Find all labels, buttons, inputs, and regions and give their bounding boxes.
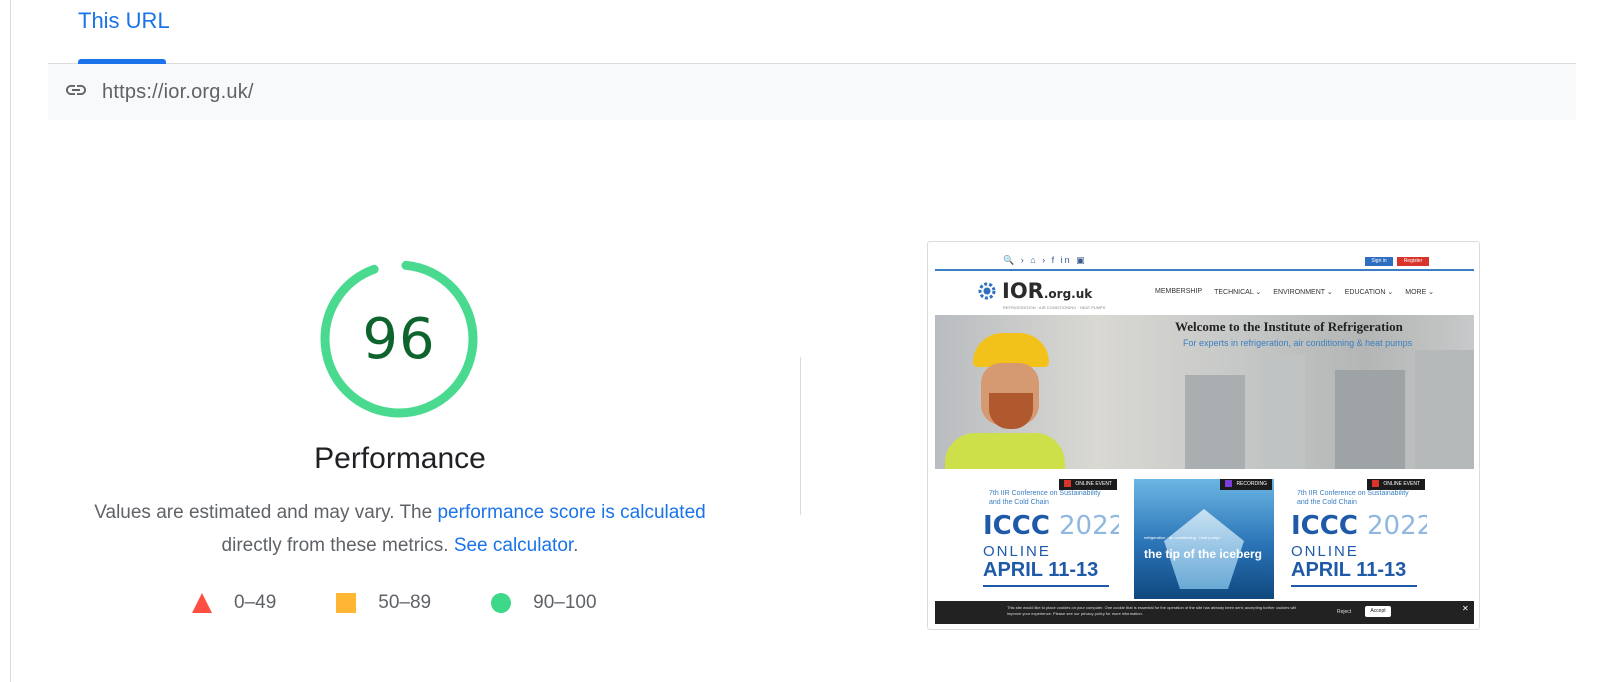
hero-machine xyxy=(1335,370,1405,469)
cookie-reject-button: Reject xyxy=(1337,609,1352,615)
legend-range-pass: 90–100 xyxy=(533,592,597,613)
hero-machine xyxy=(1265,355,1305,469)
site-sign-in-button: Sign in xyxy=(1365,257,1393,266)
triangle-icon xyxy=(192,593,212,613)
close-icon: ✕ xyxy=(1462,604,1469,613)
description-prefix: Values are estimated and may vary. The xyxy=(94,502,438,523)
legend-item-pass: 90–100 xyxy=(491,592,597,614)
site-nav-item: TECHNICAL ⌄ xyxy=(1214,289,1262,296)
event-subtitle: 7th IIR Conference on Sustainability and… xyxy=(1297,490,1409,506)
event-dates: APRIL 11-13 xyxy=(1291,559,1407,581)
event-card: RECORDING refrigeration · air conditioni… xyxy=(1134,479,1274,599)
cookie-text: This site would like to place cookies on… xyxy=(1007,605,1297,616)
social-icons: 🔍 › ⌂ › f in ▣ xyxy=(1003,255,1087,265)
event-underline xyxy=(983,585,1109,587)
score-calculated-link[interactable]: performance score is calculated xyxy=(437,502,705,523)
site-hero: Welcome to the Institute of Refrigeratio… xyxy=(935,315,1474,469)
performance-gauge[interactable]: 96 xyxy=(318,258,480,420)
site-logo-text: IOR.org.uk xyxy=(1002,279,1093,303)
link-icon xyxy=(64,78,88,107)
event-format: ONLINE xyxy=(1291,543,1359,560)
tab-this-url[interactable]: This URL xyxy=(74,8,174,64)
square-icon xyxy=(336,593,357,613)
cookie-banner: This site would like to place cookies on… xyxy=(935,601,1474,624)
site-nav-links: MEMBERSHIP TECHNICAL ⌄ ENVIRONMENT ⌄ EDU… xyxy=(1155,288,1446,296)
hero-machine xyxy=(1185,375,1245,469)
circle-icon xyxy=(491,593,512,613)
score-legend: 0–49 50–89 90–100 xyxy=(192,592,657,614)
hero-subtitle: For experts in refrigeration, air condit… xyxy=(1183,338,1413,348)
tested-url: https://ior.org.uk/ xyxy=(102,80,254,103)
screenshot-content: 🔍 › ⌂ › f in ▣ Sign in Register IOR.org.… xyxy=(935,249,1474,624)
event-subtitle: 7th IIR Conference on Sustainability and… xyxy=(989,490,1101,506)
site-logo-tagline: REFRIGERATION · AIR CONDITIONING · HEAT … xyxy=(1003,305,1106,310)
site-register-button: Register xyxy=(1397,257,1429,266)
cookie-accept-button: Accept xyxy=(1365,606,1391,617)
event-subtitle: refrigeration · air conditioning · heat … xyxy=(1144,535,1221,540)
vertical-divider xyxy=(800,357,801,515)
event-title: the tip of the iceberg xyxy=(1144,547,1263,561)
site-logo: IOR.org.uk REFRIGERATION · AIR CONDITION… xyxy=(975,279,1105,310)
site-topbar: 🔍 › ⌂ › f in ▣ Sign in Register xyxy=(935,249,1474,271)
event-badge: RECORDING xyxy=(1220,479,1272,490)
event-cards: ONLINE EVENT 7th IIR Conference on Susta… xyxy=(935,479,1474,599)
legend-item-fail: 0–49 xyxy=(192,592,276,614)
performance-score: 96 xyxy=(362,306,436,372)
event-underline xyxy=(1291,585,1417,587)
event-card: ONLINE EVENT 7th IIR Conference on Susta… xyxy=(1287,479,1427,599)
see-calculator-link[interactable]: See calculator xyxy=(454,535,573,556)
description-middle: directly from these metrics. xyxy=(221,535,454,556)
legend-range-fail: 0–49 xyxy=(234,592,277,613)
description-suffix: . xyxy=(573,535,579,556)
event-title: ICCC 2022 xyxy=(1291,511,1427,541)
score-description: Values are estimated and may vary. The p… xyxy=(60,496,740,562)
legend-item-average: 50–89 xyxy=(336,592,431,614)
event-dates: APRIL 11-13 xyxy=(983,559,1099,581)
legend-range-average: 50–89 xyxy=(378,592,432,613)
site-nav-item: EDUCATION ⌄ xyxy=(1344,289,1394,296)
hero-machine xyxy=(1415,350,1474,469)
page-screenshot[interactable]: 🔍 › ⌂ › f in ▣ Sign in Register IOR.org.… xyxy=(927,241,1480,630)
site-nav-item: MORE ⌄ xyxy=(1405,289,1435,296)
site-nav-item: ENVIRONMENT ⌄ xyxy=(1273,289,1333,296)
site-nav: IOR.org.uk REFRIGERATION · AIR CONDITION… xyxy=(935,275,1474,313)
event-card: ONLINE EVENT 7th IIR Conference on Susta… xyxy=(979,479,1119,599)
snowflake-gear-icon xyxy=(978,282,996,300)
url-strip: https://ior.org.uk/ xyxy=(48,64,1576,120)
tab-bar: This URL xyxy=(48,0,1576,64)
site-nav-item: MEMBERSHIP xyxy=(1155,288,1203,295)
event-format: ONLINE xyxy=(983,543,1051,560)
event-title: ICCC 2022 xyxy=(983,511,1119,541)
hero-worker-image xyxy=(945,333,1065,469)
performance-label: Performance xyxy=(314,442,486,475)
hero-title: Welcome to the Institute of Refrigeratio… xyxy=(1175,319,1403,334)
